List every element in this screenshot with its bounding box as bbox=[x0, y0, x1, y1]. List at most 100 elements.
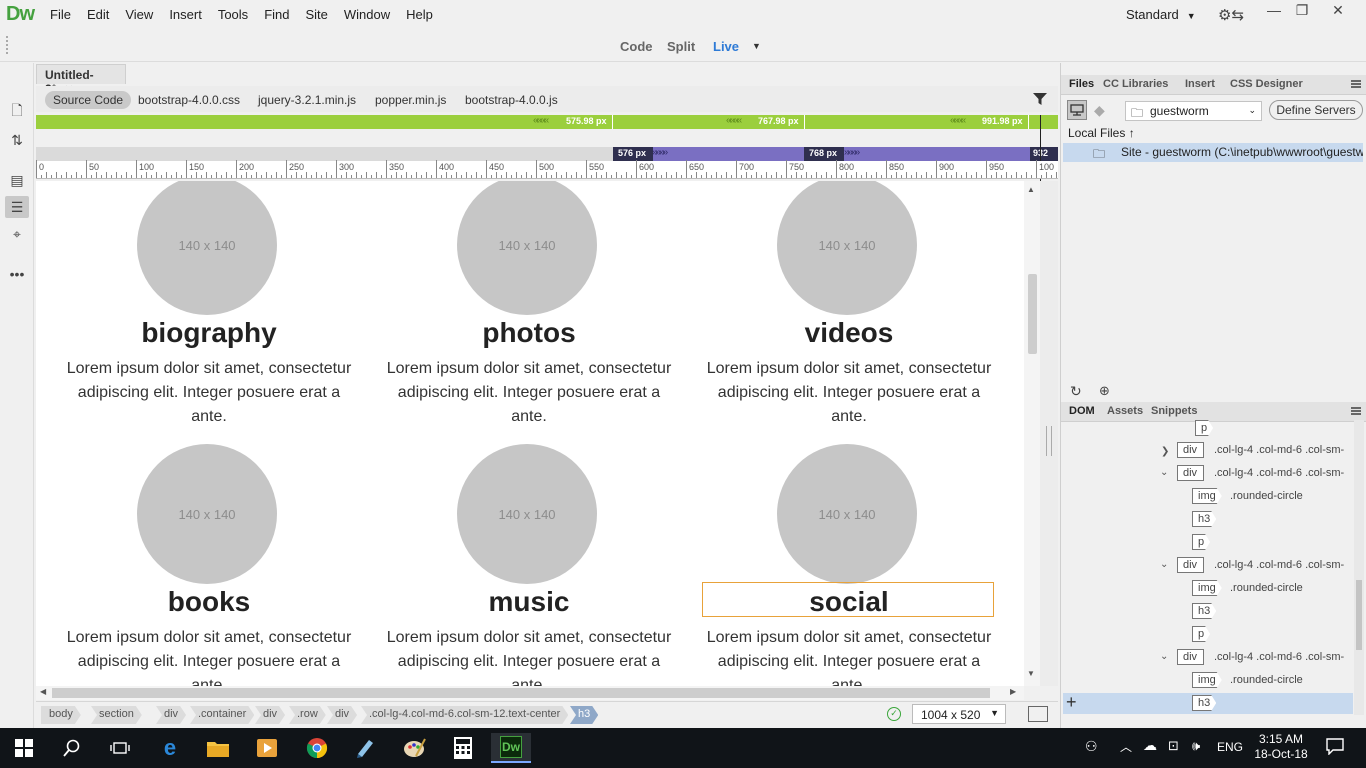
dom-node-div[interactable]: div bbox=[1177, 442, 1205, 458]
live-view-button[interactable]: Live bbox=[713, 39, 739, 54]
tag-div-container[interactable]: div bbox=[156, 706, 186, 724]
system-clock[interactable]: 3:15 AM 18-Oct-18 bbox=[1253, 732, 1309, 762]
menu-edit[interactable]: Edit bbox=[79, 7, 117, 23]
dom-node-div[interactable]: div bbox=[1177, 557, 1205, 573]
rounded-circle-image[interactable]: 140 x 140 bbox=[137, 444, 277, 584]
dom-node-img[interactable]: img bbox=[1192, 580, 1222, 596]
menu-find[interactable]: Find bbox=[256, 7, 297, 23]
rounded-circle-image[interactable]: 140 x 140 bbox=[457, 444, 597, 584]
collapse-arrow-icon[interactable]: ⌄ bbox=[1160, 651, 1168, 662]
menu-tools[interactable]: Tools bbox=[210, 7, 256, 23]
card-text[interactable]: Lorem ipsum dolor sit amet, consectetur … bbox=[384, 357, 674, 429]
card-heading[interactable]: biography bbox=[64, 316, 354, 350]
viewport-splitter[interactable] bbox=[1040, 181, 1058, 686]
related-file-bootstrap-css[interactable]: bootstrap-4.0.0.css bbox=[130, 91, 248, 109]
tab-css-designer[interactable]: CSS Designer bbox=[1230, 78, 1303, 90]
menu-file[interactable]: File bbox=[42, 7, 79, 23]
menu-help[interactable]: Help bbox=[398, 7, 441, 23]
scroll-down-arrow-icon[interactable]: ▼ bbox=[1027, 669, 1035, 678]
scrollbar-thumb[interactable] bbox=[1028, 274, 1037, 354]
dom-node-h3-selected[interactable]: h3 bbox=[1192, 695, 1216, 711]
tab-cc-libraries[interactable]: CC Libraries bbox=[1103, 78, 1168, 90]
element-target-icon[interactable]: ⌖ bbox=[5, 223, 29, 245]
chevron-down-icon[interactable]: ▼ bbox=[752, 41, 761, 51]
menu-site[interactable]: Site bbox=[297, 7, 335, 23]
max-width-media-query-bar[interactable]: «««« 575.98 px «««« 767.98 px «««« 991.9… bbox=[36, 115, 1058, 129]
dom-node-class[interactable]: .col-lg-4 .col-md-6 .col-sm- bbox=[1214, 467, 1344, 479]
connect-globe-icon[interactable]: ⊕ bbox=[1099, 383, 1110, 399]
restore-button[interactable]: ❐ bbox=[1287, 2, 1317, 19]
dom-node-h3[interactable]: h3 bbox=[1192, 603, 1216, 619]
new-file-icon[interactable]: 🗋 bbox=[5, 101, 29, 123]
search-icon[interactable] bbox=[52, 733, 92, 763]
paint-app-icon[interactable] bbox=[395, 733, 435, 763]
tag-div-col[interactable]: div bbox=[327, 706, 357, 724]
splitter-grip[interactable] bbox=[1046, 426, 1052, 456]
dom-node-class[interactable]: .col-lg-4 .col-md-6 .col-sm- bbox=[1214, 559, 1344, 571]
menu-insert[interactable]: Insert bbox=[161, 7, 210, 23]
panel-menu-icon[interactable] bbox=[1351, 80, 1361, 88]
scroll-left-arrow-icon[interactable]: ◀ bbox=[40, 687, 46, 696]
no-errors-check-icon[interactable]: ✓ bbox=[887, 707, 901, 721]
dreamweaver-taskbar-icon[interactable]: Dw bbox=[491, 733, 531, 763]
scroll-right-arrow-icon[interactable]: ▶ bbox=[1010, 687, 1016, 696]
card-text[interactable]: Lorem ipsum dolor sit amet, consectetur … bbox=[704, 357, 994, 429]
expand-arrow-icon[interactable]: ❯ bbox=[1161, 446, 1169, 457]
mq-max-991[interactable]: 991.98 px bbox=[982, 116, 1023, 126]
card-text[interactable]: Lorem ipsum dolor sit amet, consectetur … bbox=[64, 357, 354, 429]
file-explorer-icon[interactable] bbox=[198, 733, 238, 763]
tag-body[interactable]: body bbox=[41, 706, 81, 724]
sync-settings-icon[interactable]: ⚙⇆ bbox=[1218, 6, 1244, 24]
card-heading[interactable]: photos bbox=[384, 316, 674, 350]
rounded-circle-image[interactable]: 140 x 140 bbox=[457, 181, 597, 315]
tag-div-row[interactable]: div bbox=[255, 706, 285, 724]
show-hidden-icons-chevron-icon[interactable]: ︿ bbox=[1120, 738, 1132, 755]
dom-node-h3[interactable]: h3 bbox=[1192, 511, 1216, 527]
dom-node-class[interactable]: .rounded-circle bbox=[1230, 582, 1303, 594]
document-tab[interactable]: Untitled-3*✕ bbox=[36, 64, 126, 96]
window-size-select[interactable]: 1004 x 520 ▼ bbox=[912, 704, 1006, 724]
action-center-icon[interactable] bbox=[1326, 737, 1344, 755]
card-heading-selected[interactable]: social bbox=[704, 585, 994, 619]
rounded-circle-image[interactable]: 140 x 140 bbox=[137, 181, 277, 315]
minimize-button[interactable]: — bbox=[1259, 2, 1289, 18]
people-icon[interactable]: ⚇ bbox=[1085, 738, 1098, 755]
card-heading[interactable]: music bbox=[384, 585, 674, 619]
related-file-source-code[interactable]: Source Code bbox=[45, 91, 132, 109]
mq-min-576[interactable]: 576 px bbox=[618, 148, 646, 158]
define-servers-button[interactable]: Define Servers bbox=[1269, 100, 1363, 120]
scrollbar-thumb[interactable] bbox=[52, 688, 990, 698]
menu-view[interactable]: View bbox=[117, 7, 161, 23]
card-heading[interactable]: books bbox=[64, 585, 354, 619]
card-text[interactable]: Lorem ipsum dolor sit amet, consectetur … bbox=[384, 626, 674, 686]
task-view-icon[interactable] bbox=[100, 733, 140, 763]
related-file-popper[interactable]: popper.min.js bbox=[367, 91, 454, 109]
min-width-media-query-bar[interactable]: 576 px »»»» 768 px »»»» 932 bbox=[36, 147, 1058, 161]
collapse-arrow-icon[interactable]: ⌄ bbox=[1160, 559, 1168, 570]
split-view-button[interactable]: Split bbox=[667, 39, 695, 54]
input-language[interactable]: ENG bbox=[1217, 740, 1243, 754]
rounded-circle-image[interactable]: 140 x 140 bbox=[777, 181, 917, 315]
tag-row-class[interactable]: .row bbox=[289, 706, 326, 724]
site-server-icon[interactable] bbox=[1067, 100, 1087, 120]
refresh-icon[interactable]: ↻ bbox=[1070, 383, 1082, 400]
preview-in-browser-icon[interactable] bbox=[1028, 706, 1048, 722]
live-view-canvas[interactable]: 140 x 140 biography Lorem ipsum dolor si… bbox=[36, 181, 1024, 686]
dom-node-img[interactable]: img bbox=[1192, 488, 1222, 504]
scroll-up-arrow-icon[interactable]: ▲ bbox=[1027, 185, 1035, 194]
dom-node-class[interactable]: .col-lg-4 .col-md-6 .col-sm- bbox=[1214, 651, 1344, 663]
dom-node-p[interactable]: p bbox=[1192, 626, 1210, 642]
tab-dom[interactable]: DOM bbox=[1069, 405, 1095, 417]
site-root-row[interactable]: 🗀 Site - guestworm (C:\inetpub\wwwroot\g… bbox=[1063, 143, 1363, 162]
card-text[interactable]: Lorem ipsum dolor sit amet, consectetur … bbox=[704, 626, 994, 686]
mq-max-575[interactable]: 575.98 px bbox=[566, 116, 607, 126]
menu-window[interactable]: Window bbox=[336, 7, 398, 23]
dom-node-class[interactable]: .rounded-circle bbox=[1230, 490, 1303, 502]
tag-col-class[interactable]: .col-lg-4.col-md-6.col-sm-12.text-center bbox=[361, 706, 568, 724]
dom-node-img[interactable]: img bbox=[1192, 672, 1222, 688]
volume-icon[interactable]: 🕪 bbox=[1192, 738, 1200, 754]
filter-icon[interactable] bbox=[1033, 93, 1047, 105]
onedrive-cloud-icon[interactable]: ☁ bbox=[1143, 737, 1157, 754]
edge-browser-icon[interactable]: e bbox=[150, 733, 190, 763]
live-view-vertical-scrollbar[interactable]: ▲ ▼ bbox=[1024, 181, 1040, 686]
